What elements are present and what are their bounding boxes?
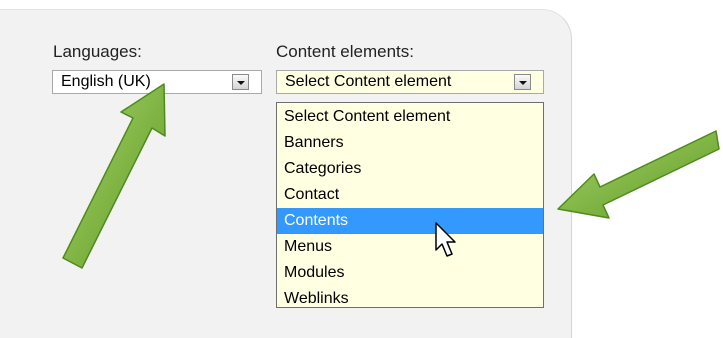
mouse-pointer-icon <box>435 222 456 257</box>
screenshot-canvas: Languages: English (UK) Content elements… <box>0 0 723 338</box>
arrow-icon <box>557 130 720 219</box>
arrow-icon <box>62 83 166 269</box>
annotation-arrows <box>62 83 720 269</box>
